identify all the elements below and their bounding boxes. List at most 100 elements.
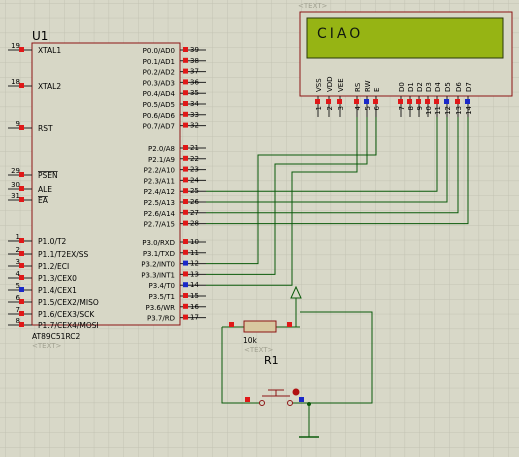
mcu-pin-12[interactable]: 12 P3.2/INT0	[141, 260, 206, 269]
pin-marker[interactable]	[455, 99, 460, 104]
pin-number: 14	[465, 105, 473, 114]
pin-marker[interactable]	[183, 314, 188, 320]
pin-label: P2.2/A10	[144, 167, 175, 175]
pin-marker[interactable]	[183, 111, 188, 117]
pin-marker[interactable]	[183, 282, 188, 288]
pin-marker[interactable]	[183, 79, 188, 85]
mcu-pin-34[interactable]: 34 P0.5/AD5	[143, 100, 206, 109]
resistor-text-placeholder: <TEXT>	[244, 346, 274, 354]
mcu-pin-23[interactable]: 23 P2.2/A10	[144, 166, 206, 175]
pin-marker[interactable]	[425, 99, 430, 104]
pin-marker[interactable]	[183, 47, 188, 52]
pin-marker[interactable]	[183, 68, 188, 74]
pin-marker[interactable]	[183, 249, 188, 255]
pin-marker[interactable]	[354, 99, 359, 104]
pin-marker[interactable]	[434, 99, 439, 104]
pin-marker[interactable]	[183, 271, 188, 277]
pin-number: 7	[398, 106, 406, 110]
pin-label: E	[373, 88, 381, 92]
pin-number: 13	[455, 106, 463, 115]
pin-marker[interactable]	[183, 57, 188, 63]
pin-label: P1.1/T2EX/SS	[38, 250, 88, 259]
pin-number: 11	[434, 106, 442, 115]
pin-label: P2.4/A12	[144, 188, 175, 196]
pin-number: 10	[425, 106, 433, 115]
pin-number: 26	[190, 198, 199, 206]
mcu-pin-27[interactable]: 27 P2.6/A14	[144, 209, 206, 218]
pin-label: P1.6/CEX3/SCK	[38, 310, 95, 319]
pin-label: P0.1/AD1	[143, 58, 175, 66]
mcu-pin-13[interactable]: 13 P3.3/INT1	[141, 270, 206, 279]
mcu-pin-25[interactable]: 25 P2.4/A12	[144, 187, 206, 196]
pin-marker[interactable]	[183, 199, 188, 204]
pin-marker[interactable]	[465, 99, 470, 104]
pin-marker[interactable]	[183, 177, 188, 183]
mcu-pin-39[interactable]: 39 P0.0/AD0	[143, 46, 206, 55]
pin-number: 34	[190, 100, 199, 108]
pin-marker[interactable]	[183, 166, 188, 172]
mcu-pin-33[interactable]: 33 P0.6/AD6	[143, 111, 206, 120]
pin-marker[interactable]	[183, 155, 188, 161]
button-actuator[interactable]	[292, 388, 300, 396]
pin-marker[interactable]	[315, 99, 320, 104]
pin-number: 6	[16, 294, 21, 302]
pin-number: 17	[190, 314, 199, 322]
pin-label: P3.5/T1	[149, 293, 175, 301]
pin-marker[interactable]	[364, 99, 369, 104]
pin-label: P3.6/WR	[146, 304, 176, 312]
mcu-pin-10[interactable]: 10 P3.0/RXD	[142, 238, 206, 247]
pin-marker[interactable]	[183, 145, 188, 150]
pin-marker[interactable]	[183, 90, 188, 96]
pin-label: XTAL1	[38, 46, 61, 55]
pin-marker[interactable]	[398, 99, 403, 104]
pin-label: VEE	[337, 78, 345, 92]
mcu-text-placeholder: <TEXT>	[32, 342, 62, 350]
pin-marker[interactable]	[183, 209, 188, 215]
pin-marker[interactable]	[373, 99, 378, 104]
mcu-pin-36[interactable]: 36 P0.3/AD3	[143, 78, 206, 87]
pin-marker[interactable]	[183, 260, 188, 266]
pin-label: VSS	[315, 78, 323, 92]
pin-marker[interactable]	[183, 101, 188, 106]
resistor-reference: R1	[264, 354, 279, 367]
schematic-canvas[interactable]: U1 19 XTAL118 XTAL29 RST29 PSEN30 ALE31 EA1 P1.…	[0, 0, 519, 457]
pin-marker[interactable]	[183, 188, 188, 194]
resistor-body[interactable]	[243, 320, 277, 333]
mcu-pin-35[interactable]: 35 P0.4/AD4	[143, 89, 206, 98]
pin-number: 9	[16, 120, 20, 128]
pin-number: 1	[16, 233, 20, 241]
pin-number: 33	[190, 111, 199, 119]
pin-marker[interactable]	[183, 220, 188, 226]
pin-number: 9	[416, 106, 424, 110]
pin-label: RS	[354, 82, 362, 92]
microcontroller[interactable]: U1 19 XTAL1 18 XTAL2 9 RST 29 PSEN 30 ALE 31 EA 1 P1.…	[8, 29, 206, 350]
mcu-reference: U1	[32, 29, 48, 43]
mcu-pin-28[interactable]: 28 P2.7/A15	[144, 220, 206, 229]
pin-label: D4	[434, 82, 442, 92]
mcu-pin-32[interactable]: 32 P0.7/AD7	[143, 122, 206, 131]
pin-marker[interactable]	[416, 99, 421, 104]
pin-marker[interactable]	[183, 303, 188, 309]
pin-number: 29	[11, 167, 20, 175]
pin-marker[interactable]	[407, 99, 412, 104]
button-pin-left[interactable]	[245, 397, 250, 402]
pin-label: P2.0/A8	[148, 145, 175, 153]
mcu-pin-24[interactable]: 24 P2.3/A11	[144, 176, 206, 185]
pin-marker[interactable]	[444, 99, 449, 104]
mcu-pin-37[interactable]: 37 P0.2/AD2	[143, 68, 206, 77]
mcu-pin-38[interactable]: 38 P0.1/AD1	[143, 57, 206, 66]
pin-marker[interactable]	[183, 293, 188, 298]
pin-label: P2.6/A14	[144, 210, 176, 218]
pin-marker[interactable]	[183, 239, 188, 244]
mcu-pin-11[interactable]: 11 P3.1/TXD	[143, 249, 206, 258]
resistor-pin-right[interactable]	[287, 322, 292, 327]
pin-number: 14	[190, 281, 199, 289]
pin-marker[interactable]	[183, 122, 188, 128]
mcu-pin-26[interactable]: 26 P2.5/A13	[144, 198, 206, 207]
resistor-pin-left[interactable]	[229, 322, 234, 327]
button-pin-right[interactable]	[299, 397, 304, 402]
pin-marker[interactable]	[337, 99, 342, 104]
pin-marker[interactable]	[326, 99, 331, 104]
pin-number: 18	[11, 78, 20, 86]
pin-number: 4	[16, 270, 21, 278]
